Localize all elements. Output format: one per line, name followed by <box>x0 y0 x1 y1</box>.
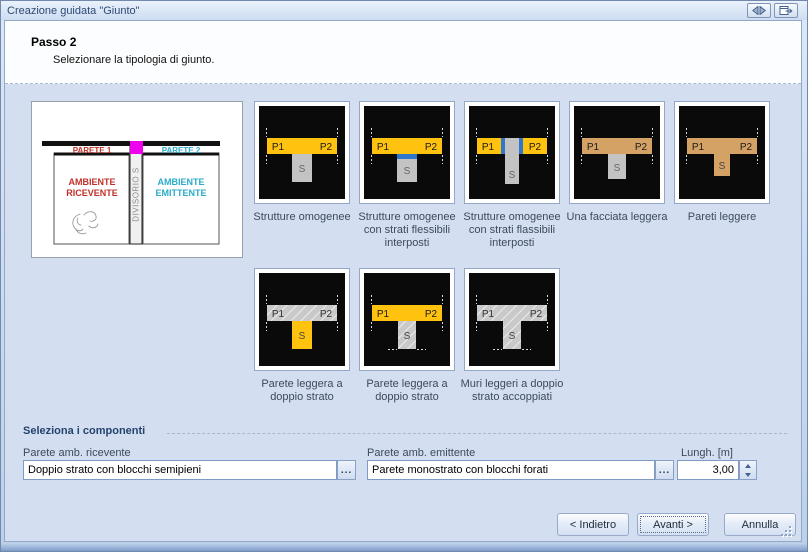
tile-caption: Parete leggera a doppio strato <box>351 378 463 404</box>
length-input[interactable] <box>677 460 739 480</box>
section-divider <box>167 433 787 434</box>
emitting-wall-browse-button[interactable]: ... <box>655 460 674 480</box>
svg-text:P1: P1 <box>272 309 285 320</box>
resize-grip-icon[interactable] <box>779 524 793 538</box>
triangle-down-icon <box>745 473 751 477</box>
step-title: Passo 2 <box>31 35 76 49</box>
svg-text:P2: P2 <box>529 142 542 153</box>
dialog-body: Passo 2 Selezionare la tipologia di giun… <box>4 20 802 542</box>
back-button[interactable]: < Indietro <box>557 513 629 536</box>
svg-text:P2: P2 <box>740 142 753 153</box>
titlebar: Creazione guidata "Giunto" <box>1 1 807 20</box>
tile-homogeneous[interactable]: P1 P2 S <box>254 101 350 204</box>
svg-text:S: S <box>299 164 306 175</box>
svg-text:S: S <box>719 161 726 172</box>
svg-text:S: S <box>404 331 411 342</box>
junction-preview: PARETE 1 PARETE 2 AMBIENTE RICEVENTE AMB… <box>31 101 243 258</box>
tile-coupled-double-walls[interactable]: P1 P2 S <box>464 268 560 371</box>
svg-text:S: S <box>404 166 411 177</box>
spin-down-button[interactable] <box>740 470 756 479</box>
detach-window-icon <box>779 5 793 16</box>
svg-text:S: S <box>614 163 621 174</box>
detach-window-button[interactable] <box>774 3 798 18</box>
step-instruction: Selezionare la tipologia di giunto. <box>53 54 214 66</box>
tile-caption: Strutture omogenee con strati flessibili… <box>351 211 463 250</box>
svg-text:P1: P1 <box>377 142 390 153</box>
spin-up-button[interactable] <box>740 461 756 470</box>
svg-text:P2: P2 <box>635 142 648 153</box>
tile-caption: Muri leggeri a doppio strato accoppiati <box>456 378 568 404</box>
svg-text:S: S <box>509 170 516 181</box>
ear-sketch <box>73 212 98 234</box>
svg-text:P1: P1 <box>692 142 705 153</box>
tile-caption: Strutture omogenee <box>246 211 358 224</box>
tile-homogeneous-flexible-1[interactable]: P1 P2 S <box>359 101 455 204</box>
length-label: Lungh. [m] <box>681 447 733 459</box>
tile-light-double-wall-1[interactable]: P1 P2 S <box>254 268 350 371</box>
wall1-label: PARETE 1 <box>54 146 130 155</box>
wizard-header: Passo 2 Selezionare la tipologia di giun… <box>5 21 801 84</box>
window-title: Creazione guidata "Giunto" <box>7 5 140 17</box>
tile-light-walls[interactable]: P1 P2 S <box>674 101 770 204</box>
triangle-up-icon <box>745 464 751 468</box>
tile-light-facade[interactable]: P1 P2 S <box>569 101 665 204</box>
svg-text:P1: P1 <box>587 142 600 153</box>
svg-text:S: S <box>299 331 306 342</box>
svg-text:P2: P2 <box>425 142 438 153</box>
window-bottom-frame <box>1 544 807 551</box>
svg-text:P2: P2 <box>320 309 333 320</box>
tile-caption: Parete leggera a doppio strato <box>246 378 358 404</box>
svg-text:P2: P2 <box>425 309 438 320</box>
divider-label: DIVISORIO S <box>132 155 141 235</box>
next-button[interactable]: Avanti > <box>637 513 709 536</box>
svg-text:P1: P1 <box>377 309 390 320</box>
svg-text:P1: P1 <box>272 142 285 153</box>
receiving-wall-browse-button[interactable]: ... <box>337 460 356 480</box>
svg-text:P2: P2 <box>530 309 543 320</box>
svg-text:P1: P1 <box>482 309 495 320</box>
emitting-wall-input[interactable] <box>367 460 655 480</box>
emitting-room-label: AMBIENTE EMITTENTE <box>143 177 219 199</box>
wizard-dialog: Creazione guidata "Giunto" Passo 2 Selez… <box>0 0 808 552</box>
side-by-side-arrows-icon <box>752 6 766 15</box>
wall2-label: PARETE 2 <box>143 146 219 155</box>
receiving-wall-input[interactable] <box>23 460 337 480</box>
tile-caption: Strutture omogenee con strati flassibili… <box>456 211 568 250</box>
svg-text:S: S <box>509 331 516 342</box>
tile-homogeneous-flexible-2[interactable]: P1 P2 S <box>464 101 560 204</box>
svg-text:P2: P2 <box>320 142 333 153</box>
tile-light-double-wall-2[interactable]: P1 P2 S <box>359 268 455 371</box>
tile-caption: Pareti leggere <box>666 211 778 224</box>
receiving-room-label: AMBIENTE RICEVENTE <box>54 177 130 199</box>
length-spinner <box>739 460 757 480</box>
components-section-title: Seleziona i componenti <box>23 425 145 437</box>
svg-text:P1: P1 <box>482 142 495 153</box>
emitting-wall-label: Parete amb. emittente <box>367 447 475 459</box>
side-by-side-arrows-button[interactable] <box>747 3 771 18</box>
tile-caption: Una facciata leggera <box>561 211 673 224</box>
receiving-wall-label: Parete amb. ricevente <box>23 447 131 459</box>
